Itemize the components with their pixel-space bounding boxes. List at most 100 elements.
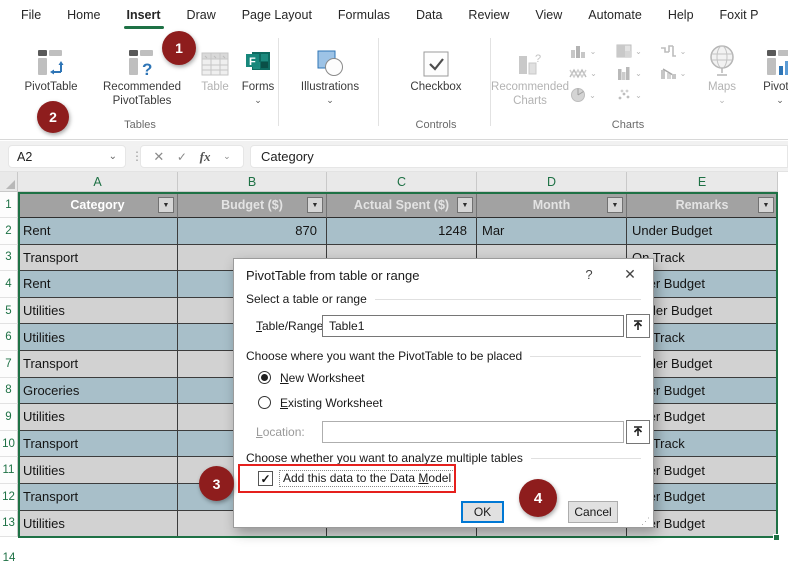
- cell-category[interactable]: Rent: [18, 271, 178, 298]
- maps-button[interactable]: Maps ⌄: [698, 38, 746, 105]
- header-cell-category[interactable]: Category ▼: [18, 192, 178, 218]
- filter-dropdown-button[interactable]: ▼: [457, 197, 473, 213]
- maps-dropdown-chevron[interactable]: ⌄: [718, 96, 726, 105]
- tab-home[interactable]: Home: [54, 1, 113, 30]
- tab-automate[interactable]: Automate: [575, 1, 655, 30]
- header-cell-remarks[interactable]: Remarks ▼: [627, 192, 778, 218]
- tab-review[interactable]: Review: [455, 1, 522, 30]
- cell-category[interactable]: Rent: [18, 218, 178, 245]
- location-input[interactable]: [322, 421, 624, 443]
- existing-worksheet-label[interactable]: Existing Worksheet: [280, 396, 383, 410]
- cell-budget[interactable]: 870: [178, 218, 327, 245]
- filter-dropdown-button[interactable]: ▼: [758, 197, 774, 213]
- pivotchart-dropdown-chevron[interactable]: ⌄: [776, 96, 784, 105]
- column-chart-button[interactable]: ⌄: [562, 40, 604, 62]
- select-all-corner[interactable]: [0, 172, 18, 192]
- selection-fill-handle[interactable]: [773, 534, 780, 541]
- radio-existing-worksheet[interactable]: [258, 396, 271, 409]
- row-number[interactable]: 2: [0, 218, 18, 245]
- cell-category[interactable]: Groceries: [18, 378, 178, 405]
- cell-category[interactable]: Utilities: [18, 457, 178, 484]
- line-chart-button[interactable]: ⌄: [562, 62, 604, 84]
- cell-category[interactable]: Utilities: [18, 298, 178, 325]
- pie-chart-button[interactable]: ⌄: [562, 84, 604, 106]
- tab-page-layout[interactable]: Page Layout: [229, 1, 325, 30]
- tab-foxit[interactable]: Foxit P: [707, 1, 772, 30]
- cell-category[interactable]: Transport: [18, 351, 178, 378]
- hierarchy-chart-button[interactable]: ⌄: [608, 40, 650, 62]
- cancel-button[interactable]: Cancel: [568, 501, 618, 523]
- row-number[interactable]: 10: [0, 431, 18, 458]
- dialog-close-icon[interactable]: ✕: [619, 266, 641, 283]
- dialog-resize-grip[interactable]: ⋰: [641, 516, 651, 527]
- illustrations-dropdown-chevron[interactable]: ⌄: [326, 96, 334, 105]
- table-button[interactable]: Table: [192, 38, 238, 95]
- forms-dropdown-chevron[interactable]: ⌄: [254, 96, 262, 105]
- new-worksheet-label[interactable]: New Worksheet: [280, 371, 364, 385]
- tab-formulas[interactable]: Formulas: [325, 1, 403, 30]
- range-select-button[interactable]: [626, 420, 650, 444]
- cell-category[interactable]: Transport: [18, 431, 178, 458]
- row-number[interactable]: 11: [0, 457, 18, 484]
- row-number[interactable]: 8: [0, 378, 18, 405]
- table-range-input[interactable]: Table1: [322, 315, 624, 337]
- filter-dropdown-button[interactable]: ▼: [307, 197, 323, 213]
- row-number[interactable]: 1: [0, 192, 18, 218]
- pivottable-button[interactable]: PivotTable: [12, 38, 90, 95]
- illustrations-button[interactable]: Illustrations ⌄: [288, 38, 372, 105]
- cell-category[interactable]: Transport: [18, 245, 178, 272]
- data-model-checkbox-label[interactable]: Add this data to the Data Model: [280, 471, 454, 486]
- cell-month[interactable]: Mar: [477, 218, 627, 245]
- tab-insert[interactable]: Insert: [114, 1, 174, 30]
- tab-file[interactable]: File: [8, 1, 54, 30]
- column-header-d[interactable]: D: [477, 172, 627, 192]
- confirm-entry-icon[interactable]: ✓: [177, 150, 187, 164]
- tab-view[interactable]: View: [522, 1, 575, 30]
- ok-button[interactable]: OK: [461, 501, 504, 523]
- cell-actual-spent[interactable]: 1248: [327, 218, 477, 245]
- insert-function-icon[interactable]: fx: [200, 149, 211, 165]
- row-number[interactable]: 14: [0, 552, 18, 564]
- bar-chart-button[interactable]: ⌄: [608, 62, 650, 84]
- cancel-entry-icon[interactable]: ✕: [153, 149, 164, 165]
- row-number[interactable]: 3: [0, 245, 18, 272]
- name-box-chevron-icon[interactable]: ⌄: [109, 151, 117, 162]
- filter-dropdown-button[interactable]: ▼: [158, 197, 174, 213]
- row-number[interactable]: 4: [0, 271, 18, 298]
- tab-draw[interactable]: Draw: [174, 1, 229, 30]
- forms-button[interactable]: F Forms ⌄: [238, 38, 278, 105]
- tab-data[interactable]: Data: [403, 1, 455, 30]
- cell-remarks[interactable]: Under Budget: [627, 218, 778, 245]
- row-number[interactable]: 7: [0, 351, 18, 378]
- row-number[interactable]: 9: [0, 404, 18, 431]
- row-number[interactable]: 6: [0, 324, 18, 351]
- tab-help[interactable]: Help: [655, 1, 707, 30]
- header-cell-actual-spent[interactable]: Actual Spent ($) ▼: [327, 192, 477, 218]
- range-select-button[interactable]: [626, 314, 650, 338]
- column-header-e[interactable]: E: [627, 172, 778, 192]
- cell-category[interactable]: Utilities: [18, 324, 178, 351]
- combo-chart-button[interactable]: ⌄: [652, 62, 694, 84]
- cell-category[interactable]: Transport: [18, 484, 178, 511]
- dialog-help-icon[interactable]: ?: [579, 267, 599, 282]
- scatter-chart-button[interactable]: ⌄: [608, 84, 650, 106]
- formula-input[interactable]: Category: [250, 145, 788, 168]
- checkbox-control-button[interactable]: Checkbox: [391, 38, 481, 95]
- header-cell-budget[interactable]: Budget ($) ▼: [178, 192, 327, 218]
- formula-toolbox-chevron-icon[interactable]: ⌄: [223, 151, 231, 162]
- radio-new-worksheet[interactable]: [258, 371, 271, 384]
- header-cell-month[interactable]: Month ▼: [477, 192, 627, 218]
- column-header-a[interactable]: A: [18, 172, 178, 192]
- row-number[interactable]: 13: [0, 511, 18, 538]
- recommended-charts-button[interactable]: ? Recommended Charts: [496, 38, 564, 109]
- pivotchart-button[interactable]: PivotC ⌄: [750, 38, 788, 105]
- column-header-b[interactable]: B: [178, 172, 327, 192]
- row-number[interactable]: 5: [0, 298, 18, 325]
- waterfall-chart-button[interactable]: ⌄: [652, 40, 694, 62]
- cell-category[interactable]: Utilities: [18, 404, 178, 431]
- column-header-c[interactable]: C: [327, 172, 477, 192]
- row-number[interactable]: 12: [0, 484, 18, 511]
- name-box[interactable]: A2 ⌄: [8, 145, 126, 168]
- cell-category[interactable]: Utilities: [18, 511, 178, 538]
- filter-dropdown-button[interactable]: ▼: [607, 197, 623, 213]
